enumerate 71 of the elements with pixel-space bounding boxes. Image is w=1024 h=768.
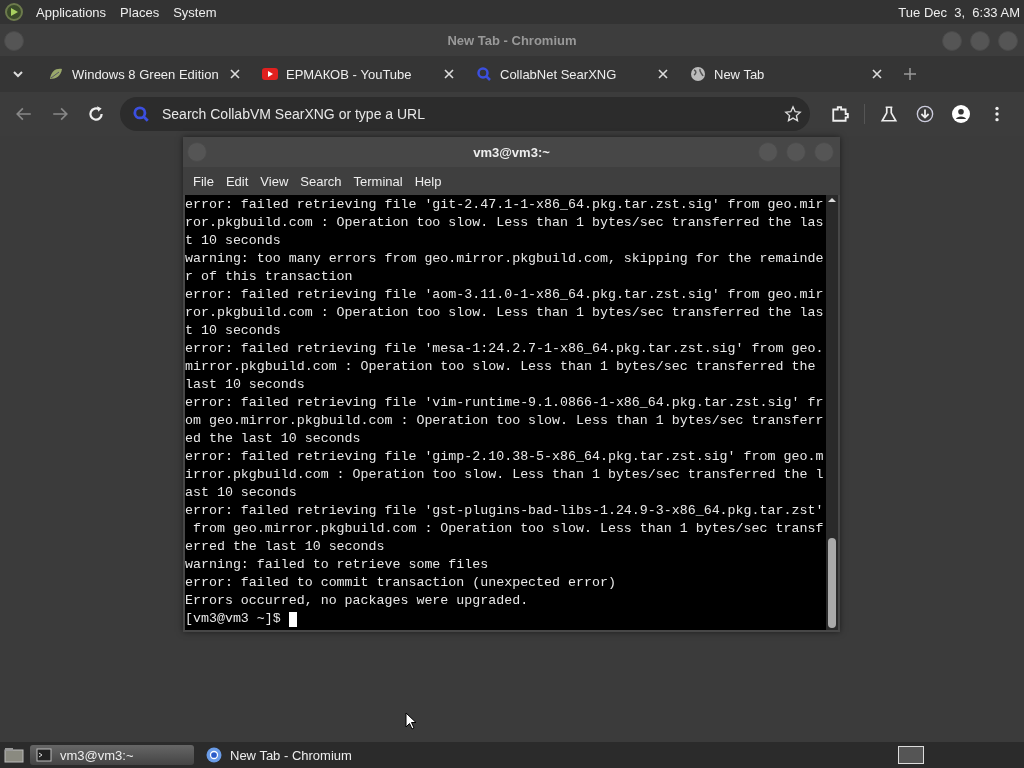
- menu-item[interactable]: Edit: [221, 173, 253, 189]
- browser-tab[interactable]: Windows 8 Green Edition: [36, 56, 250, 92]
- forward-icon[interactable]: [51, 105, 69, 123]
- leaf-icon: [48, 66, 64, 82]
- taskbar-item[interactable]: vm3@vm3:~: [30, 745, 194, 765]
- browser-tab[interactable]: New Tab: [678, 56, 892, 92]
- terminal-line: error: failed retrieving file 'gimp-2.10.38-5-x86_64.pkg.tar.zst.sig' from geo.m: [185, 448, 825, 466]
- terminal-line: error: failed retrieving file 'aom-3.11.0-1-x86_64.pkg.tar.zst.sig' from geo.mir: [185, 286, 825, 304]
- clock[interactable]: Tue Dec 3, 6:33 AM: [898, 4, 1020, 20]
- chevron-icon[interactable]: [12, 70, 24, 78]
- chromium-icon: [206, 747, 222, 763]
- terminal-line: ror.pkgbuild.com : Operation too slow. Less than 1 bytes/sec transferred the las: [185, 304, 825, 322]
- close-icon[interactable]: [872, 69, 882, 79]
- panel-menu[interactable]: Places: [118, 4, 162, 20]
- plus-icon[interactable]: [904, 68, 916, 80]
- browser-tab[interactable]: ЕРМАКОВ - YouTube: [250, 56, 464, 92]
- star-icon[interactable]: [784, 105, 802, 123]
- mouse-pointer-icon: [405, 712, 417, 730]
- window-title: New Tab - Chromium: [447, 32, 577, 48]
- menu-item[interactable]: File: [189, 173, 218, 189]
- terminal-line: irror.pkgbuild.com : Operation too slow. Less than 1 bytes/sec transferred the l: [185, 466, 825, 484]
- puzzle-icon[interactable]: [831, 105, 849, 123]
- close-icon[interactable]: [230, 69, 240, 79]
- panel-menu[interactable]: System: [171, 4, 219, 20]
- terminal-line: erred the last 10 seconds: [185, 538, 386, 556]
- address-bar[interactable]: Search CollabVM SearXNG or type a URL: [120, 97, 810, 131]
- terminal-line: error: failed retrieving file 'mesa-1:24.2.7-1-x86_64.pkg.tar.zst.sig' from geo.: [185, 340, 825, 358]
- terminal-line: error: failed retrieving file 'git-2.47.1-1-x86_64.pkg.tar.zst.sig' from geo.mir: [185, 196, 825, 214]
- up-arrow-icon[interactable]: [827, 195, 837, 205]
- close-icon[interactable]: [658, 69, 668, 79]
- terminal-line: om geo.mirror.pkgbuild.com : Operation too slow. Less than 1 bytes/sec transferr: [185, 412, 825, 430]
- terminal-line: Errors occurred, no packages were upgraded.: [185, 592, 530, 610]
- play-icon: [262, 66, 278, 82]
- foot-icon[interactable]: [4, 2, 24, 22]
- text-cursor: [288, 611, 297, 627]
- reload-icon[interactable]: [87, 105, 105, 123]
- terminal-line: ed the last 10 seconds: [185, 430, 362, 448]
- scroll-thumb[interactable]: [828, 538, 836, 628]
- search-icon: [476, 66, 492, 82]
- terminal-icon: [36, 747, 52, 763]
- menu-item[interactable]: Terminal: [349, 173, 407, 189]
- download-icon[interactable]: [916, 105, 934, 123]
- terminal-line: error: failed to commit transaction (unexpected error): [185, 574, 617, 592]
- panel-menu[interactable]: Applications: [34, 4, 109, 20]
- profile-icon[interactable]: [952, 105, 970, 123]
- terminal-line: mirror.pkgbuild.com : Operation too slow. Less than 1 bytes/sec transferred the: [185, 358, 817, 376]
- window-title: vm3@vm3:~: [473, 144, 550, 160]
- terminal-line: warning: too many errors from geo.mirror.pkgbuild.com, skipping for the remainde: [185, 250, 825, 268]
- terminal-line: last 10 seconds: [185, 376, 306, 394]
- back-icon[interactable]: [15, 105, 33, 123]
- menu-item[interactable]: Help: [410, 173, 446, 189]
- terminal-line: warning: failed to retrieve some files: [185, 556, 490, 574]
- terminal-prompt: [vm3@vm3 ~]$: [185, 610, 282, 628]
- terminal-line: r of this transaction: [185, 268, 354, 286]
- taskbar-item[interactable]: New Tab - Chromium: [200, 745, 364, 765]
- terminal-line: t 10 seconds: [185, 322, 282, 340]
- browser-tab[interactable]: CollabNet SearXNG: [464, 56, 678, 92]
- terminal-line: from geo.mirror.pkgbuild.com : Operation too slow. Less than 1 bytes/sec transf: [191, 520, 825, 538]
- globe-icon: [690, 66, 706, 82]
- flask-icon[interactable]: [880, 105, 898, 123]
- terminal-line: ror.pkgbuild.com : Operation too slow. Less than 1 bytes/sec transferred the las: [185, 214, 825, 232]
- scrollbar[interactable]: [826, 195, 838, 630]
- terminal-line: t 10 seconds: [185, 232, 282, 250]
- terminal-line: ast 10 seconds: [185, 484, 298, 502]
- terminal-line: error: failed retrieving file 'gst-plugins-bad-libs-1.24.9-3-x86_64.pkg.tar.zst': [185, 502, 825, 520]
- workspace-switcher[interactable]: [898, 746, 924, 764]
- menu-item[interactable]: Search: [296, 173, 346, 189]
- menu-item[interactable]: View: [256, 173, 293, 189]
- terminal-line: error: failed retrieving file 'vim-runtime-9.1.0866-1-x86_64.pkg.tar.zst.sig' fr: [185, 394, 825, 412]
- search-icon: [132, 105, 150, 123]
- close-icon[interactable]: [444, 69, 454, 79]
